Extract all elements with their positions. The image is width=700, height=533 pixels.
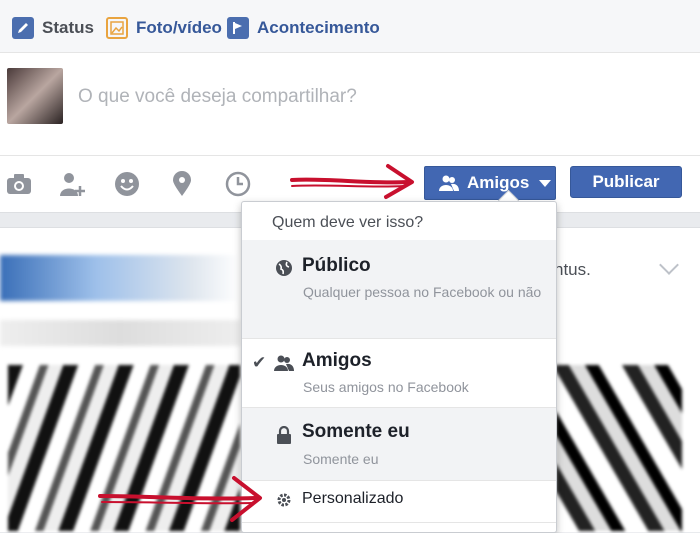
option-only-me-title: Somente eu (302, 421, 410, 442)
flag-icon (227, 17, 249, 39)
globe-icon (274, 258, 294, 278)
option-only-me[interactable]: Somente eu Somente eu (242, 408, 556, 480)
dropdown-header: Quem deve ver isso? (272, 214, 424, 231)
clock-icon[interactable] (223, 169, 253, 199)
tab-photo-video[interactable]: Foto/vídeo (106, 14, 222, 42)
friends-icon (439, 175, 459, 191)
option-public-title: Público (302, 255, 371, 276)
audience-dropdown: Quem deve ver isso? Público Qualquer pes… (241, 201, 557, 533)
divider (242, 522, 556, 523)
photo-icon (106, 17, 128, 39)
chevron-down-icon (539, 179, 552, 187)
post-meta-blurred (0, 320, 240, 346)
tab-photo-video-label: Foto/vídeo (136, 18, 222, 37)
location-icon[interactable] (167, 169, 197, 199)
post-author-blurred (0, 255, 240, 301)
lock-icon (274, 425, 294, 445)
option-friends[interactable]: ✔ Amigos Seus amigos no Facebook (242, 339, 556, 407)
annotation-arrow-icon (98, 476, 262, 522)
tab-status-label: Status (42, 18, 94, 37)
composer-input[interactable]: O que você deseja compartilhar? (78, 86, 357, 108)
avatar (7, 68, 63, 124)
option-friends-subtitle: Seus amigos no Facebook (303, 379, 469, 395)
pencil-icon (12, 17, 34, 39)
publish-button[interactable]: Publicar (570, 166, 682, 198)
tab-event[interactable]: Acontecimento (227, 14, 380, 42)
tag-friends-icon[interactable] (58, 169, 88, 199)
annotation-arrow-icon (290, 164, 414, 199)
tab-event-label: Acontecimento (257, 18, 380, 37)
feeling-icon[interactable] (112, 169, 142, 199)
post-text-fragment: ntus. (554, 260, 591, 279)
option-custom[interactable]: Personalizado (242, 481, 556, 521)
audience-selector-button[interactable]: Amigos (424, 166, 556, 200)
option-only-me-subtitle: Somente eu (303, 451, 379, 467)
audience-selector-label: Amigos (467, 173, 530, 192)
friends-icon (274, 353, 294, 373)
gear-icon (274, 490, 294, 510)
option-public[interactable]: Público Qualquer pessoa no Facebook ou n… (242, 240, 556, 338)
camera-icon[interactable] (4, 169, 34, 199)
option-friends-title: Amigos (302, 350, 372, 371)
option-public-subtitle: Qualquer pessoa no Facebook ou não (303, 284, 542, 300)
composer-tabs: Status Foto/vídeo Acontecimento (0, 0, 700, 53)
checkmark-icon: ✔ (252, 353, 267, 372)
post-image-right (556, 365, 682, 531)
option-custom-title: Personalizado (302, 490, 404, 507)
tab-status[interactable]: Status (12, 14, 94, 42)
